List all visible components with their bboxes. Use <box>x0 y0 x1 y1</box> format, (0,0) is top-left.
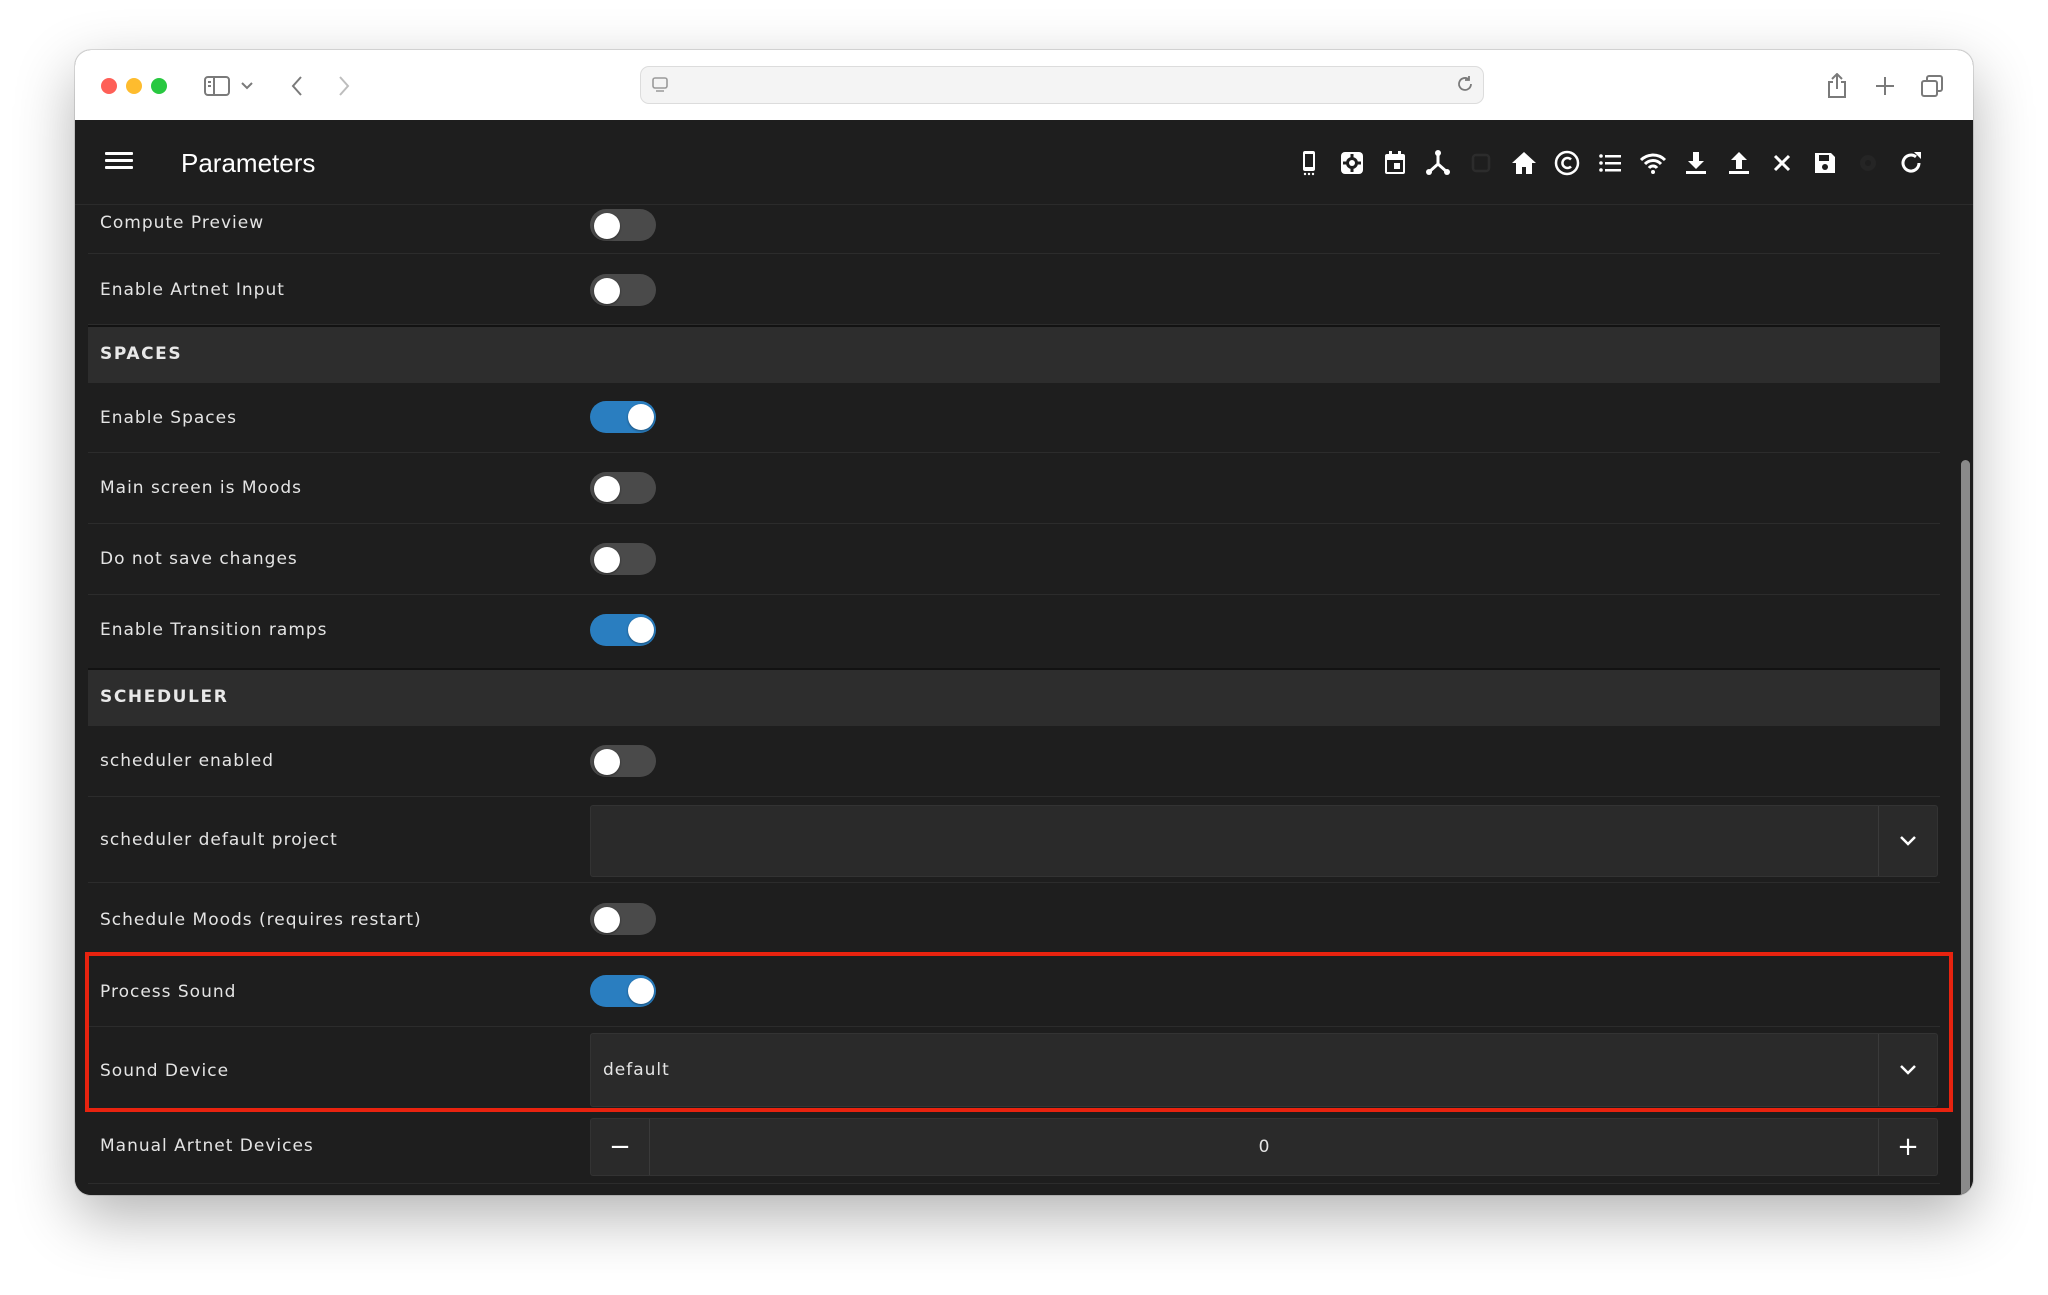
row-manual-artnet-devices: Manual Artnet Devices − 0 + <box>88 1112 1940 1184</box>
parameters-list: Compute Preview Enable Artnet Input SPAC… <box>88 205 1940 1184</box>
row-label: Main screen is Moods <box>100 478 303 498</box>
row-process-sound: Process Sound <box>88 954 1940 1027</box>
new-tab-icon[interactable] <box>1869 70 1901 102</box>
row-label: scheduler enabled <box>100 751 274 771</box>
copyright-icon[interactable] <box>1545 146 1588 180</box>
row-compute-preview: Compute Preview <box>88 205 1940 254</box>
network-icon[interactable] <box>1416 146 1459 180</box>
select-value: default <box>603 1060 670 1080</box>
section-title: SPACES <box>100 344 183 364</box>
scheduler-enabled-toggle[interactable] <box>590 745 656 777</box>
sidebar-toggle-icon[interactable] <box>201 70 233 102</box>
row-label: Enable Transition ramps <box>100 620 328 640</box>
parameters-panel: Compute Preview Enable Artnet Input SPAC… <box>75 205 1973 1195</box>
row-label: Sound Device <box>100 1061 230 1081</box>
row-main-screen-moods: Main screen is Moods <box>88 453 1940 524</box>
url-input[interactable] <box>681 73 1425 99</box>
enable-artnet-input-toggle[interactable] <box>590 274 656 306</box>
row-label: Manual Artnet Devices <box>100 1136 314 1156</box>
row-label: Enable Artnet Input <box>100 280 285 300</box>
close-window-button[interactable] <box>101 78 117 94</box>
refresh-icon[interactable] <box>1889 146 1932 180</box>
hamburger-menu-icon[interactable] <box>105 148 133 176</box>
row-scheduler-enabled: scheduler enabled <box>88 726 1940 797</box>
section-header-spaces: SPACES <box>88 325 1940 383</box>
forward-icon[interactable] <box>328 70 360 102</box>
phone-icon[interactable] <box>1287 146 1330 180</box>
increment-button[interactable]: + <box>1878 1119 1937 1175</box>
download-icon[interactable] <box>1674 146 1717 180</box>
chevron-down-icon[interactable] <box>1878 806 1937 876</box>
row-label: scheduler default project <box>100 830 338 850</box>
enable-spaces-toggle[interactable] <box>590 401 656 433</box>
row-schedule-moods: Schedule Moods (requires restart) <box>88 883 1940 954</box>
wifi-icon[interactable] <box>1631 146 1674 180</box>
enable-transition-ramps-toggle[interactable] <box>590 614 656 646</box>
reload-icon[interactable] <box>1455 74 1475 99</box>
scrollbar-thumb[interactable] <box>1961 460 1970 1195</box>
decrement-button[interactable]: − <box>591 1119 650 1175</box>
minimize-window-button[interactable] <box>126 78 142 94</box>
row-scheduler-default-project: scheduler default project <box>88 797 1940 883</box>
list-icon[interactable] <box>1588 146 1631 180</box>
section-title: SCHEDULER <box>100 687 229 707</box>
row-enable-artnet-input: Enable Artnet Input <box>88 254 1940 325</box>
home-icon[interactable] <box>1502 146 1545 180</box>
address-bar[interactable] <box>640 66 1484 104</box>
row-label: Enable Spaces <box>100 408 237 428</box>
scheduler-default-project-select[interactable] <box>590 805 1938 877</box>
process-sound-toggle[interactable] <box>590 975 656 1007</box>
browser-window: Parameters Compute Preview Enable Artnet… <box>75 50 1973 1195</box>
row-label: Schedule Moods (requires restart) <box>100 910 422 930</box>
sound-device-select[interactable]: default <box>590 1033 1938 1107</box>
disabled-gear-icon <box>1846 146 1889 180</box>
browser-toolbar <box>75 50 1973 121</box>
compute-preview-toggle[interactable] <box>590 209 656 241</box>
chevron-down-icon[interactable] <box>237 70 257 102</box>
row-sound-device: Sound Device default <box>88 1027 1940 1112</box>
upload-icon[interactable] <box>1717 146 1760 180</box>
main-screen-moods-toggle[interactable] <box>590 472 656 504</box>
share-icon[interactable] <box>1821 70 1853 102</box>
manual-artnet-devices-stepper: − 0 + <box>590 1118 1938 1176</box>
calendar-icon[interactable] <box>1373 146 1416 180</box>
chevron-down-icon[interactable] <box>1878 1034 1937 1106</box>
row-label: Process Sound <box>100 982 237 1002</box>
page-icon <box>651 76 669 99</box>
stepper-value[interactable]: 0 <box>651 1137 1877 1157</box>
row-label: Compute Preview <box>100 213 265 233</box>
app-header: Parameters <box>75 120 1973 205</box>
row-enable-transition-ramps: Enable Transition ramps <box>88 595 1940 668</box>
maximize-window-button[interactable] <box>151 78 167 94</box>
schedule-moods-toggle[interactable] <box>590 903 656 935</box>
save-icon[interactable] <box>1803 146 1846 180</box>
settings-icon[interactable] <box>1330 146 1373 180</box>
back-icon[interactable] <box>281 70 313 102</box>
row-do-not-save-changes: Do not save changes <box>88 524 1940 595</box>
section-header-scheduler: SCHEDULER <box>88 668 1940 726</box>
do-not-save-changes-toggle[interactable] <box>590 543 656 575</box>
close-icon[interactable] <box>1760 146 1803 180</box>
disabled-icon <box>1459 146 1502 180</box>
row-label: Do not save changes <box>100 549 298 569</box>
page-title: Parameters <box>181 148 316 178</box>
toolbar <box>1287 146 1932 180</box>
tab-overview-icon[interactable] <box>1916 70 1948 102</box>
row-enable-spaces: Enable Spaces <box>88 383 1940 453</box>
